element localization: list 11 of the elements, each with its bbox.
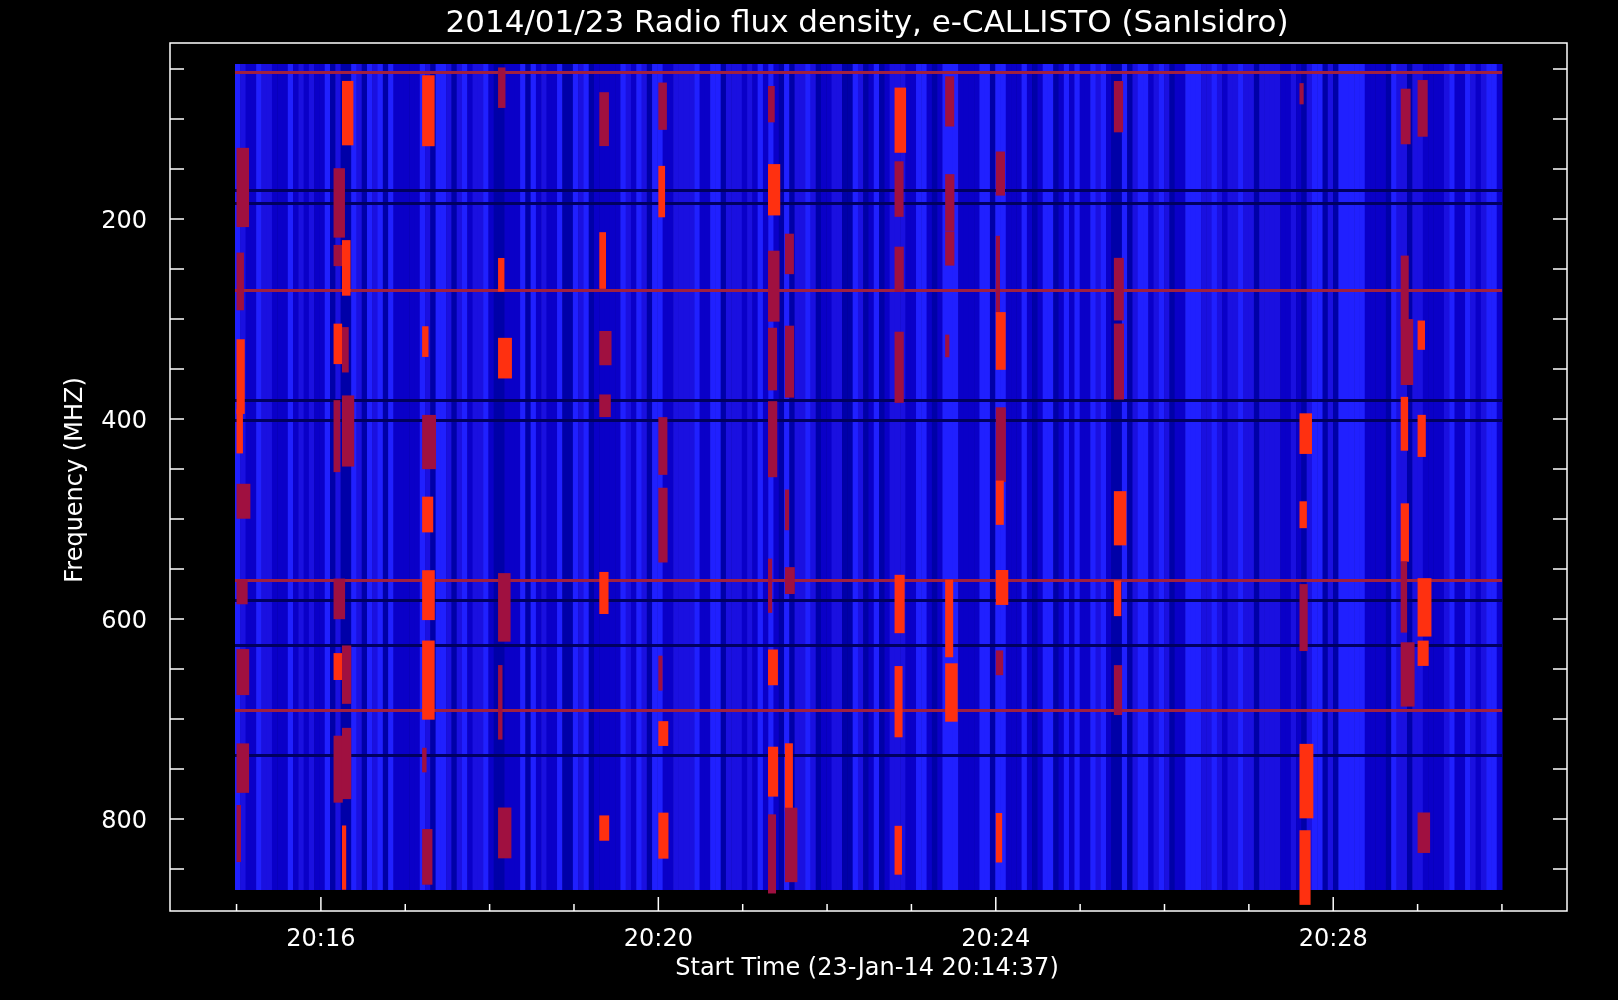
x-tick-label: 20:16 — [286, 924, 356, 952]
y-tick-label: 600 — [101, 606, 147, 634]
y-tick-label: 800 — [101, 806, 147, 834]
y-tick-label: 400 — [101, 406, 147, 434]
x-axis-title: Start Time (23-Jan-14 20:14:37) — [675, 953, 1059, 981]
x-tick-label: 20:28 — [1298, 924, 1368, 952]
x-tick-label: 20:20 — [623, 924, 693, 952]
x-tick-label: 20:24 — [961, 924, 1031, 952]
y-tick-label: 200 — [101, 206, 147, 234]
chart-title: 2014/01/23 Radio flux density, e-CALLISTO (SanIsidro) — [445, 3, 1289, 39]
y-axis-title: Frequency (MHZ) — [60, 377, 88, 583]
